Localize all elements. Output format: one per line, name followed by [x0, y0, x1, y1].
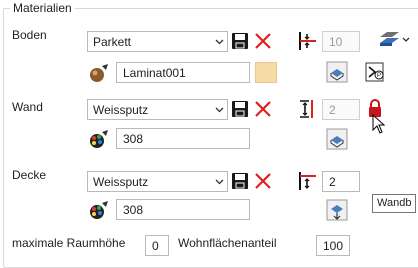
decke-color-value: 308 [123, 203, 144, 217]
decke-color-field[interactable]: 308 [116, 199, 250, 220]
wohnflaeche-value: 100 [323, 239, 344, 253]
boden-height-value: 10 [329, 35, 343, 49]
wand-save-button[interactable] [230, 99, 250, 119]
boden-material-value: Parkett [93, 35, 132, 49]
boden-height-field[interactable]: 10 [322, 31, 360, 52]
boden-label: Boden [12, 28, 47, 42]
boden-material-select[interactable]: Parkett [87, 31, 228, 52]
floor-height-icon [299, 32, 316, 50]
wand-color-value: 308 [123, 132, 144, 146]
wall-paste-icon[interactable] [326, 128, 348, 150]
chevron-down-icon [215, 107, 224, 113]
chevron-down-icon [215, 179, 224, 185]
floor-style-dropdown[interactable] [377, 29, 411, 51]
boden-delete-button[interactable] [253, 31, 273, 51]
boden-texture-field[interactable]: Laminat001 [116, 62, 250, 83]
tooltip: Wandb [372, 194, 417, 213]
max-height-value: 0 [152, 239, 159, 253]
decke-material-value: Weissputz [93, 175, 149, 189]
chevron-down-icon [215, 39, 224, 45]
wand-height-field[interactable]: 2 [322, 99, 360, 120]
boden-texture-value: Laminat001 [123, 66, 186, 80]
decke-height-field[interactable]: 2 [322, 171, 360, 192]
wand-delete-button[interactable] [253, 99, 273, 119]
texture-icon[interactable] [88, 62, 110, 84]
ceiling-paste-icon[interactable] [326, 199, 348, 221]
wand-label: Wand [12, 100, 43, 114]
decke-delete-button[interactable] [253, 171, 273, 191]
floor-paste-icon[interactable] [326, 61, 348, 83]
ceiling-height-icon [299, 172, 316, 190]
max-height-field[interactable]: 0 [145, 235, 169, 256]
boden-color-swatch[interactable] [255, 62, 277, 83]
color-palette-icon[interactable] [88, 128, 110, 150]
group-title: Materialien [10, 1, 75, 15]
wohnflaeche-field[interactable]: 100 [316, 235, 350, 256]
wand-height-value: 2 [329, 103, 336, 117]
wand-color-field[interactable]: 308 [116, 128, 250, 149]
wand-material-select[interactable]: Weissputz [87, 99, 228, 120]
decke-material-select[interactable]: Weissputz [87, 171, 228, 192]
mouse-cursor-icon [372, 114, 386, 134]
floor-properties-icon[interactable]: P [364, 61, 386, 83]
wall-height-icon [300, 100, 313, 118]
boden-save-button[interactable] [230, 31, 250, 51]
decke-save-button[interactable] [230, 171, 250, 191]
color-palette-icon[interactable] [88, 199, 110, 221]
decke-height-value: 2 [329, 175, 336, 189]
wand-material-value: Weissputz [93, 103, 149, 117]
svg-text:P: P [377, 73, 381, 79]
decke-label: Decke [12, 168, 47, 182]
